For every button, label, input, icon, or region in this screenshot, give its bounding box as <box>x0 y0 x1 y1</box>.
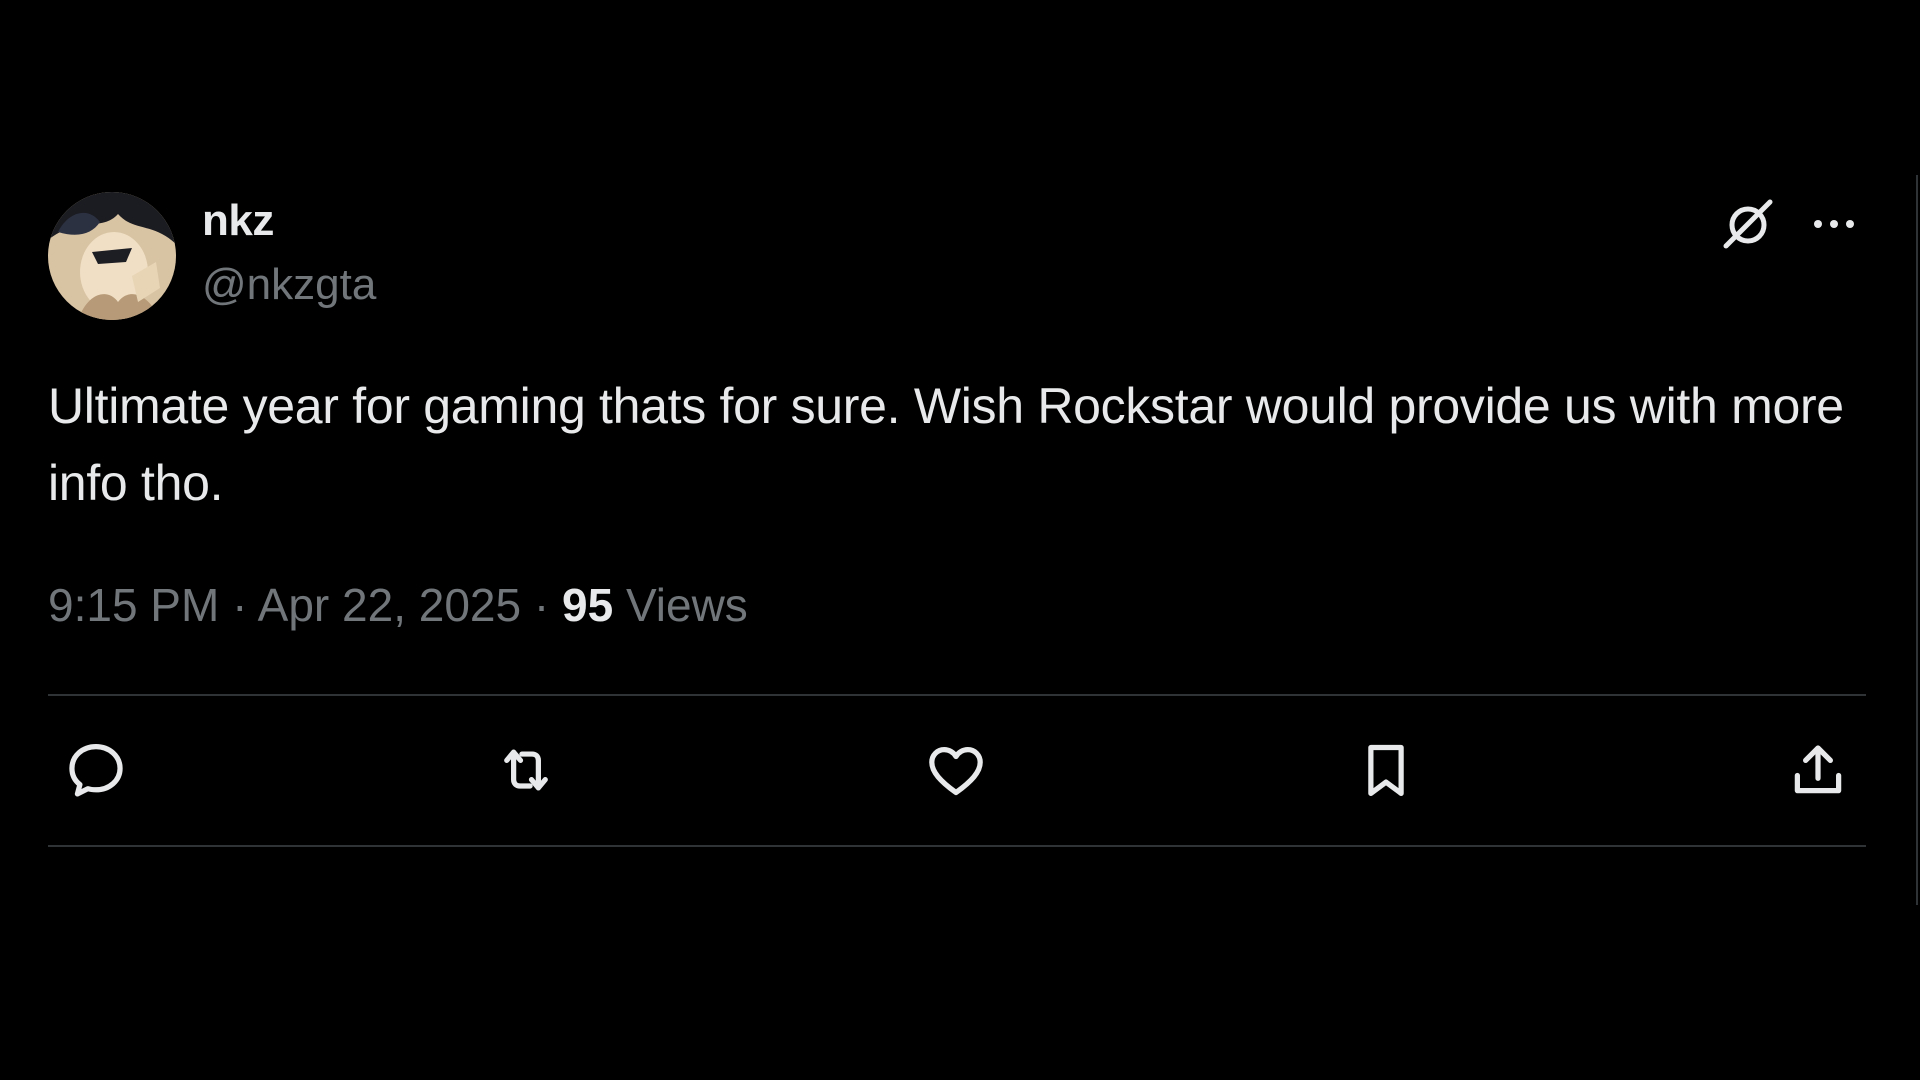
divider <box>48 845 1866 847</box>
repost-icon <box>504 749 548 791</box>
reply-icon <box>69 744 123 797</box>
like-button[interactable] <box>916 730 996 810</box>
share-button[interactable] <box>1778 730 1858 810</box>
author-handle[interactable]: @nkzgta <box>202 260 376 310</box>
heart-icon <box>929 747 983 796</box>
repost-button[interactable] <box>486 730 566 810</box>
views-count[interactable]: 95 <box>562 579 613 631</box>
tweet-meta: 9:15 PM · Apr 22, 2025 · 95 Views <box>48 578 748 632</box>
author-display-name[interactable]: nkz <box>202 196 274 246</box>
reply-button[interactable] <box>56 730 136 810</box>
more-options-icon[interactable] <box>1808 202 1860 246</box>
meta-separator: · <box>533 579 550 631</box>
tweet-actions-bar <box>48 730 1866 810</box>
avatar[interactable] <box>48 192 176 320</box>
tweet-date[interactable]: Apr 22, 2025 <box>258 579 521 631</box>
bookmark-icon <box>1368 744 1404 796</box>
meta-separator: · <box>232 579 248 631</box>
tweet-text: Ultimate year for gaming thats for sure.… <box>48 378 1844 511</box>
tweet-time[interactable]: 9:15 PM <box>48 579 219 631</box>
avatar-icon <box>48 192 176 320</box>
bookmark-button[interactable] <box>1346 730 1426 810</box>
tweet-card: nkz @nkzgta Ultimate year for gaming tha… <box>0 0 1920 1080</box>
views-label[interactable]: Views <box>626 579 748 631</box>
grok-icon[interactable] <box>1720 196 1776 252</box>
share-icon <box>1794 745 1842 794</box>
divider <box>48 694 1866 696</box>
